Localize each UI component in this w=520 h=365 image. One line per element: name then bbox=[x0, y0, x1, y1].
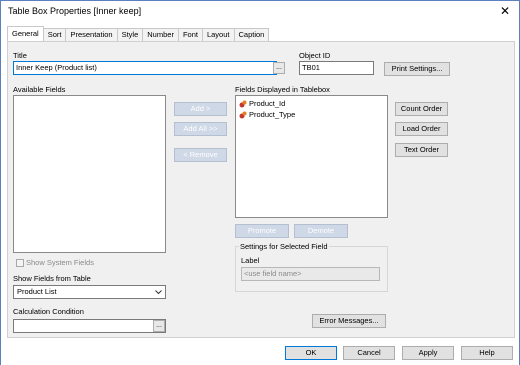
calculation-condition-label: Calculation Condition bbox=[13, 307, 84, 316]
object-id-input[interactable]: TB01 bbox=[299, 61, 374, 75]
tab-strip: General Sort Presentation Style Number F… bbox=[7, 26, 270, 41]
available-fields-label: Available Fields bbox=[13, 85, 66, 94]
title-ellipsis-button[interactable]: ... bbox=[273, 62, 285, 74]
title-label: Title bbox=[13, 51, 27, 60]
tab-caption[interactable]: Caption bbox=[234, 28, 270, 41]
tab-general[interactable]: General bbox=[7, 26, 44, 41]
fields-displayed-list[interactable]: Product_Id Product_Type bbox=[235, 95, 388, 218]
promote-button[interactable]: Promote bbox=[235, 224, 289, 238]
dialog-window: Table Box Properties [Inner keep] ✕ Gene… bbox=[0, 0, 520, 365]
field-name: Product_Id bbox=[249, 99, 286, 108]
object-id-label: Object ID bbox=[299, 51, 331, 60]
apply-button[interactable]: Apply bbox=[402, 346, 454, 360]
field-name: Product_Type bbox=[249, 110, 296, 119]
tab-presentation[interactable]: Presentation bbox=[66, 28, 118, 41]
show-fields-from-table-label: Show Fields from Table bbox=[13, 274, 91, 283]
help-button[interactable]: Help bbox=[461, 346, 513, 360]
print-settings-button[interactable]: Print Settings... bbox=[384, 62, 450, 76]
tab-style[interactable]: Style bbox=[117, 28, 144, 41]
fields-displayed-label: Fields Displayed in Tablebox bbox=[235, 85, 330, 94]
label-input[interactable]: <use field name> bbox=[241, 267, 380, 281]
text-order-button[interactable]: Text Order bbox=[395, 143, 448, 157]
error-messages-button[interactable]: Error Messages... bbox=[312, 314, 386, 328]
demote-button[interactable]: Demote bbox=[294, 224, 348, 238]
calc-ellipsis-button[interactable]: ... bbox=[153, 320, 165, 332]
tab-number[interactable]: Number bbox=[143, 28, 179, 41]
field-icon bbox=[239, 111, 247, 118]
available-fields-list[interactable] bbox=[13, 95, 166, 253]
load-order-button[interactable]: Load Order bbox=[395, 122, 448, 136]
add-button[interactable]: Add > bbox=[174, 102, 227, 116]
dialog-footer: OK Cancel Apply Help bbox=[1, 339, 519, 365]
cancel-button[interactable]: Cancel bbox=[343, 346, 395, 360]
close-icon[interactable]: ✕ bbox=[497, 4, 513, 18]
remove-button[interactable]: < Remove bbox=[174, 148, 227, 162]
label-label: Label bbox=[241, 256, 260, 265]
chevron-down-icon bbox=[155, 290, 162, 295]
table-select[interactable]: Product List bbox=[13, 285, 166, 299]
title-bar[interactable]: Table Box Properties [Inner keep] ✕ bbox=[1, 1, 519, 21]
settings-group-label: Settings for Selected Field bbox=[239, 242, 329, 251]
show-system-fields-label: Show System Fields bbox=[26, 258, 94, 267]
ok-button[interactable]: OK bbox=[285, 346, 337, 360]
list-item[interactable]: Product_Type bbox=[236, 109, 387, 120]
calculation-condition-input[interactable] bbox=[13, 319, 166, 333]
add-all-button[interactable]: Add All >> bbox=[174, 122, 227, 136]
tab-font[interactable]: Font bbox=[178, 28, 203, 41]
table-select-value: Product List bbox=[17, 287, 57, 296]
tab-sort[interactable]: Sort bbox=[43, 28, 67, 41]
count-order-button[interactable]: Count Order bbox=[395, 102, 448, 116]
tab-layout[interactable]: Layout bbox=[202, 28, 235, 41]
show-system-fields-checkbox[interactable] bbox=[16, 259, 24, 267]
general-panel: Title Inner Keep (Product list) ... Obje… bbox=[7, 41, 515, 338]
window-title: Table Box Properties [Inner keep] bbox=[8, 6, 142, 16]
title-input[interactable]: Inner Keep (Product list) bbox=[13, 61, 277, 75]
list-item[interactable]: Product_Id bbox=[236, 98, 387, 109]
field-icon bbox=[239, 100, 247, 107]
